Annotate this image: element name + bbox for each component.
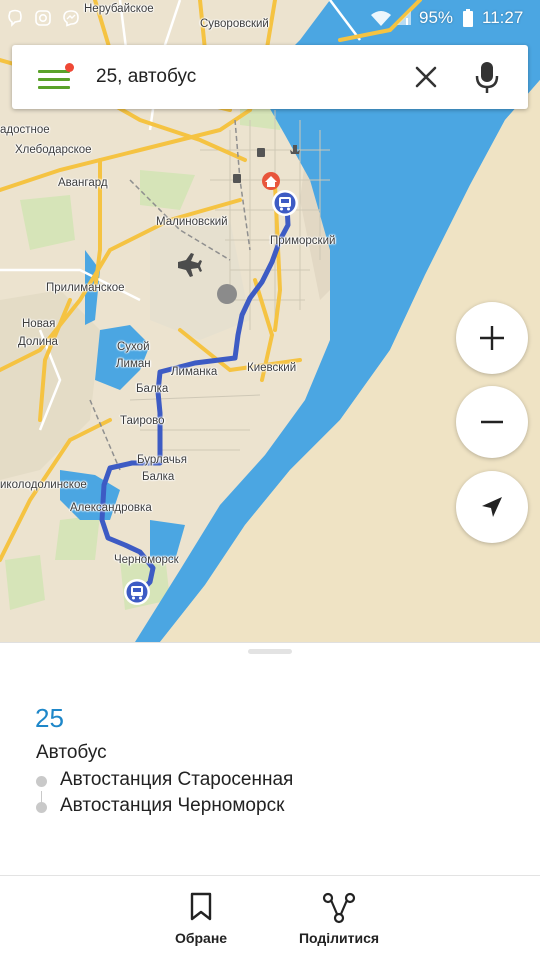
messenger-icon <box>63 10 79 27</box>
map-label: Александровка <box>70 502 152 514</box>
battery-percentage: 95% <box>419 8 454 27</box>
map-label: Черноморск <box>114 554 179 566</box>
clear-search-button[interactable] <box>410 61 442 93</box>
hamburger-menu-line <box>38 86 70 89</box>
zoom-in-button[interactable] <box>456 302 528 374</box>
map-label: Сухой <box>117 341 150 353</box>
save-button[interactable]: Обране <box>158 876 244 961</box>
map-label: Авангард <box>58 177 108 189</box>
battery-icon <box>463 9 473 27</box>
map-label: Киевский <box>247 362 297 374</box>
stop-dot <box>36 776 47 787</box>
stop-name: Автостанция Черноморск <box>60 795 285 816</box>
close-icon <box>415 66 437 88</box>
route-number: 25 <box>35 703 64 733</box>
map-label: Балка <box>142 471 175 483</box>
share-label: Поділитися <box>298 930 380 946</box>
stop-name: Автостанция Старосенная <box>60 769 294 790</box>
map-label: Лиман <box>116 358 151 370</box>
drag-handle[interactable] <box>248 649 292 654</box>
zoom-out-button[interactable] <box>456 386 528 458</box>
route-start-marker <box>272 190 298 216</box>
bookmark-icon <box>190 892 212 921</box>
hamburger-menu-line <box>38 78 70 81</box>
stop-dot <box>36 802 47 813</box>
map-label: Таирово <box>120 415 165 427</box>
map-label: Лиманка <box>171 366 218 378</box>
status-time: 11:27 <box>482 8 524 27</box>
current-location-dot <box>217 284 237 304</box>
signal-icon <box>397 11 411 25</box>
microphone-icon <box>475 62 499 93</box>
search-input[interactable] <box>96 61 396 93</box>
home-marker-icon <box>262 172 280 190</box>
wifi-icon <box>371 11 391 26</box>
save-label: Обране <box>174 930 228 946</box>
map-label: Малиновский <box>156 216 228 228</box>
viber-icon <box>8 9 22 27</box>
voice-search-button[interactable] <box>470 59 504 95</box>
share-icon <box>322 892 356 924</box>
status-bar: 95% 11:27 <box>0 0 540 36</box>
my-location-button[interactable] <box>456 471 528 543</box>
map-label: Приморский <box>270 235 336 247</box>
map-label: адостное <box>0 124 50 136</box>
map-view[interactable]: Нерубайское Суворовский адостное Хлебода… <box>0 0 540 642</box>
bottom-toolbar: Обране Поділитися <box>0 875 540 961</box>
minus-icon <box>481 420 503 424</box>
map-label: иколодолинское <box>0 479 87 491</box>
map-label: Долина <box>18 336 58 348</box>
route-info-sheet[interactable]: 25 Автобус Автостанция Старосенная Автос… <box>0 642 540 875</box>
route-end-marker <box>124 579 150 605</box>
map-label: Балка <box>136 383 169 395</box>
menu-button[interactable] <box>34 63 74 93</box>
plus-icon <box>480 326 504 350</box>
transport-type: Автобус <box>36 742 107 763</box>
map-label: Новая <box>22 318 56 330</box>
share-button[interactable]: Поділитися <box>290 876 388 961</box>
map-label: Бурлачья <box>137 454 187 466</box>
notification-dot <box>65 63 74 72</box>
navigation-arrow-icon <box>482 497 502 517</box>
map-label: Прилиманское <box>46 282 125 294</box>
search-bar <box>12 45 528 109</box>
map-label: Хлебодарское <box>15 144 92 156</box>
instagram-icon <box>35 10 51 26</box>
